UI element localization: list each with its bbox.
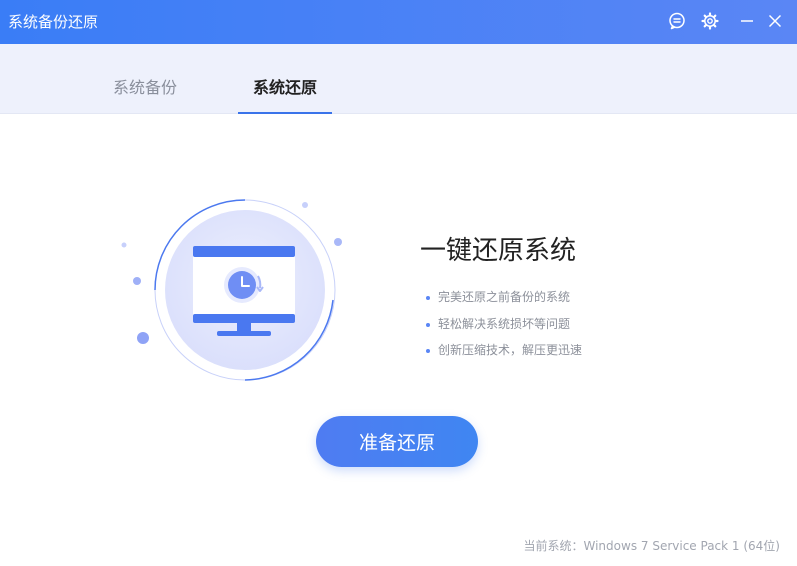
feature-item: 创新压缩技术，解压更迅速 [426, 337, 582, 364]
close-icon [768, 14, 782, 28]
tab-system-backup[interactable]: 系统备份 [98, 44, 192, 114]
current-system-status: 当前系统：Windows 7 Service Pack 1 (64位) [523, 539, 781, 553]
feature-list: 完美还原之前备份的系统 轻松解决系统损坏等问题 创新压缩技术，解压更迅速 [426, 284, 582, 364]
window-title: 系统备份还原 [8, 13, 99, 31]
headline: 一键还原系统 [420, 236, 577, 266]
monitor-restore-clock-icon [121, 199, 342, 381]
tab-system-restore[interactable]: 系统还原 [238, 44, 332, 114]
settings-button[interactable] [699, 10, 721, 32]
prepare-restore-button[interactable]: 准备还原 [316, 416, 478, 467]
close-button[interactable] [764, 10, 786, 32]
restore-illustration [110, 190, 360, 390]
minimize-button[interactable] [736, 10, 758, 32]
minimize-icon [741, 20, 753, 22]
title-bar: 系统备份还原 [0, 0, 797, 44]
feature-item: 完美还原之前备份的系统 [426, 284, 582, 311]
feature-item: 轻松解决系统损坏等问题 [426, 311, 582, 338]
feedback-button[interactable] [666, 10, 688, 32]
tab-bar: 系统备份 系统还原 [0, 44, 797, 114]
gear-icon [701, 12, 719, 30]
chat-bubble-icon [669, 12, 685, 30]
